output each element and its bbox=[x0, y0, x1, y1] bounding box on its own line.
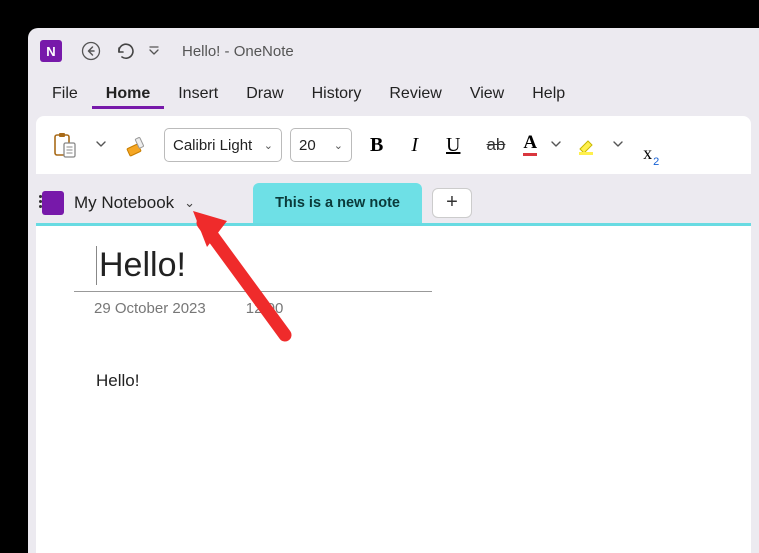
title-bar: N Hello! - OneNote bbox=[28, 28, 759, 74]
menu-history[interactable]: History bbox=[298, 79, 376, 109]
subscript-x: x bbox=[643, 143, 652, 164]
chevron-down-icon bbox=[613, 140, 623, 148]
font-name-value: Calibri Light bbox=[173, 137, 252, 154]
font-color-glyph: A bbox=[523, 134, 537, 156]
title-document: Hello! bbox=[182, 43, 220, 60]
page-tab-active[interactable]: This is a new note bbox=[253, 183, 422, 223]
undo-button[interactable] bbox=[110, 36, 140, 66]
clipboard-paste-icon bbox=[52, 131, 78, 159]
page-body-text[interactable]: Hello! bbox=[96, 371, 751, 391]
menu-review[interactable]: Review bbox=[375, 79, 455, 109]
page-date: 29 October 2023 bbox=[94, 300, 206, 317]
paste-dropdown[interactable] bbox=[92, 139, 110, 151]
window-title: Hello! - OneNote bbox=[182, 43, 294, 60]
font-size-value: 20 bbox=[299, 137, 316, 154]
format-painter-button[interactable] bbox=[118, 126, 156, 164]
title-sep: - bbox=[220, 43, 233, 60]
menu-file[interactable]: File bbox=[38, 79, 92, 109]
menu-help[interactable]: Help bbox=[518, 79, 579, 109]
font-color-dropdown[interactable] bbox=[547, 139, 565, 151]
tab-strip: My Notebook ⌄ This is a new note + bbox=[36, 182, 751, 226]
italic-button[interactable]: I bbox=[401, 126, 428, 164]
menu-home[interactable]: Home bbox=[92, 79, 164, 109]
notebook-picker[interactable]: My Notebook ⌄ bbox=[36, 182, 205, 223]
menu-view[interactable]: View bbox=[456, 79, 518, 109]
strikethrough-button[interactable]: ab bbox=[478, 126, 513, 164]
app-window: N Hello! - OneNote File Home Insert Draw bbox=[28, 28, 759, 553]
page-meta: 29 October 2023 12:00 bbox=[94, 300, 751, 317]
undo-icon bbox=[114, 41, 136, 61]
highlight-dropdown[interactable] bbox=[609, 139, 627, 151]
underline-button[interactable]: U bbox=[436, 126, 470, 164]
bold-button[interactable]: B bbox=[360, 126, 393, 164]
back-button[interactable] bbox=[76, 36, 106, 66]
chevron-down-icon: ⌄ bbox=[184, 195, 195, 211]
font-color-button[interactable]: A bbox=[521, 126, 539, 164]
menu-bar: File Home Insert Draw History Review Vie… bbox=[28, 74, 759, 114]
chevron-down-icon bbox=[148, 45, 160, 57]
menu-draw[interactable]: Draw bbox=[232, 79, 297, 109]
add-page-button[interactable]: + bbox=[432, 188, 472, 218]
menu-insert[interactable]: Insert bbox=[164, 79, 232, 109]
page-title[interactable]: Hello! bbox=[96, 246, 456, 285]
qat-customize-button[interactable] bbox=[144, 36, 164, 66]
title-underline bbox=[74, 291, 432, 292]
ribbon: Calibri Light ⌄ 20 ⌄ B I U ab A bbox=[36, 116, 751, 174]
subscript-2: 2 bbox=[653, 156, 659, 168]
format-painter-icon bbox=[124, 132, 150, 158]
chevron-down-icon: ⌄ bbox=[334, 139, 343, 152]
page-canvas[interactable]: Hello! 29 October 2023 12:00 Hello! bbox=[36, 226, 751, 553]
onenote-app-icon: N bbox=[40, 40, 62, 62]
title-app: OneNote bbox=[234, 43, 294, 60]
highlight-button[interactable] bbox=[573, 126, 601, 164]
page-time: 12:00 bbox=[246, 300, 284, 317]
back-arrow-icon bbox=[81, 41, 101, 61]
subscript-button[interactable]: x 2 bbox=[635, 126, 667, 164]
chevron-down-icon bbox=[96, 140, 106, 148]
notebook-name: My Notebook bbox=[74, 193, 174, 213]
font-size-select[interactable]: 20 ⌄ bbox=[290, 128, 352, 162]
notebook-icon bbox=[42, 191, 64, 215]
paste-button[interactable] bbox=[46, 126, 84, 164]
chevron-down-icon: ⌄ bbox=[264, 139, 273, 152]
highlight-icon bbox=[575, 133, 599, 157]
font-name-select[interactable]: Calibri Light ⌄ bbox=[164, 128, 282, 162]
chevron-down-icon bbox=[551, 140, 561, 148]
